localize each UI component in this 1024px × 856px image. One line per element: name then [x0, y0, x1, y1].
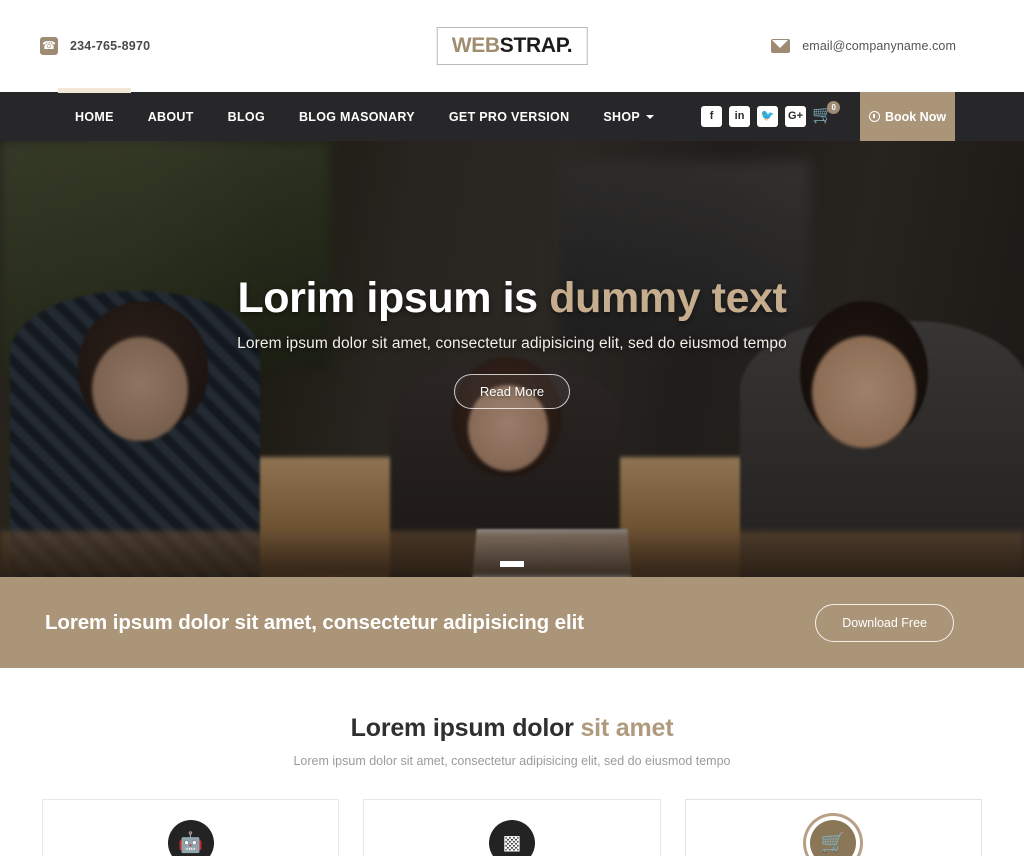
facebook-icon[interactable]: f: [701, 106, 723, 127]
nav-item-get-pro-version-label: GET PRO VERSION: [448, 109, 570, 124]
googleplus-icon[interactable]: G+: [785, 106, 807, 127]
service-card[interactable]: 🛒: [684, 799, 982, 856]
services-subtitle: Lorem ipsum dolor sit amet, consectetur …: [293, 754, 731, 768]
hero-slider: Lorim ipsum is dummy text Lorem ipsum do…: [0, 141, 1024, 577]
hero-title-white: Lorim ipsum is: [237, 273, 538, 322]
hero-read-more-button[interactable]: Read More: [453, 374, 571, 410]
service-card[interactable]: ▩: [363, 799, 661, 856]
book-now-button[interactable]: Book Now: [860, 92, 955, 141]
top-contact-bar: ☎ 234-765-8970 WEBSTRAP. email@companyna…: [0, 0, 1024, 92]
slider-indicator[interactable]: [500, 561, 524, 567]
main-navigation-bar: HOME ABOUT BLOG BLOG MASONARY GET PRO VE…: [0, 88, 1024, 141]
hero-title-accent: dummy text: [549, 273, 787, 322]
services-section: Lorem ipsum dolor sit amet Lorem ipsum d…: [0, 668, 1024, 856]
hero-title: Lorim ipsum is dummy text: [237, 273, 787, 322]
columns-layout-icon: ▩: [488, 820, 535, 856]
nav-menu: HOME ABOUT BLOG BLOG MASONARY GET PRO VE…: [58, 88, 807, 141]
twitter-icon[interactable]: 🐦: [757, 106, 779, 127]
nav-item-blog-label: BLOG: [227, 109, 265, 124]
hero-subtitle: Lorem ipsum dolor sit amet, consectetur …: [237, 335, 787, 353]
nav-item-about[interactable]: ABOUT: [131, 92, 211, 141]
phone-number[interactable]: 234-765-8970: [70, 39, 150, 53]
nav-item-blog[interactable]: BLOG: [211, 92, 282, 141]
envelope-icon: [771, 39, 791, 53]
cart-count-badge: 0: [827, 101, 841, 114]
android-icon: 🤖: [167, 820, 214, 856]
nav-item-shop-label: SHOP: [603, 109, 641, 124]
logo-text-part2: STRAP.: [499, 34, 573, 57]
book-now-label: Book Now: [884, 109, 947, 124]
shopping-cart-icon: 🛒: [810, 820, 857, 856]
cart-button[interactable]: 🛒 0: [812, 101, 841, 125]
nav-item-blog-masonary-label: BLOG MASONARY: [298, 109, 415, 124]
nav-item-blog-masonary[interactable]: BLOG MASONARY: [282, 92, 432, 141]
services-heading-dark: Lorem ipsum dolor: [350, 714, 574, 742]
social-links: f in 🐦 G+: [701, 106, 807, 127]
hero-content: Lorim ipsum is dummy text Lorem ipsum do…: [0, 141, 1024, 577]
download-free-button[interactable]: Download Free: [815, 603, 954, 642]
phone-icon: ☎: [40, 37, 58, 55]
linkedin-icon[interactable]: in: [729, 106, 751, 127]
nav-item-shop[interactable]: SHOP: [586, 92, 671, 141]
service-card[interactable]: 🤖: [42, 799, 340, 856]
nav-item-home-label: HOME: [75, 109, 114, 124]
topbar-email-group: email@companyname.com: [771, 39, 956, 53]
topbar-phone-group: ☎ 234-765-8970: [40, 37, 150, 55]
nav-item-home[interactable]: HOME: [58, 88, 131, 141]
email-address[interactable]: email@companyname.com: [802, 39, 956, 53]
service-card-list: 🤖 ▩ 🛒: [0, 799, 1024, 856]
chevron-down-icon: [646, 114, 655, 119]
logo-text-part1: WEB: [451, 34, 500, 57]
cta-text: Lorem ipsum dolor sit amet, consectetur …: [45, 610, 584, 634]
services-heading: Lorem ipsum dolor sit amet: [0, 714, 1024, 743]
clock-icon: [868, 111, 880, 122]
cta-banner: Lorem ipsum dolor sit amet, consectetur …: [0, 577, 1024, 668]
nav-item-about-label: ABOUT: [147, 109, 194, 124]
nav-item-get-pro-version[interactable]: GET PRO VERSION: [432, 92, 587, 141]
services-heading-accent: sit amet: [580, 714, 674, 742]
site-logo[interactable]: WEBSTRAP.: [436, 27, 588, 65]
logo-text: WEBSTRAP.: [452, 35, 573, 56]
